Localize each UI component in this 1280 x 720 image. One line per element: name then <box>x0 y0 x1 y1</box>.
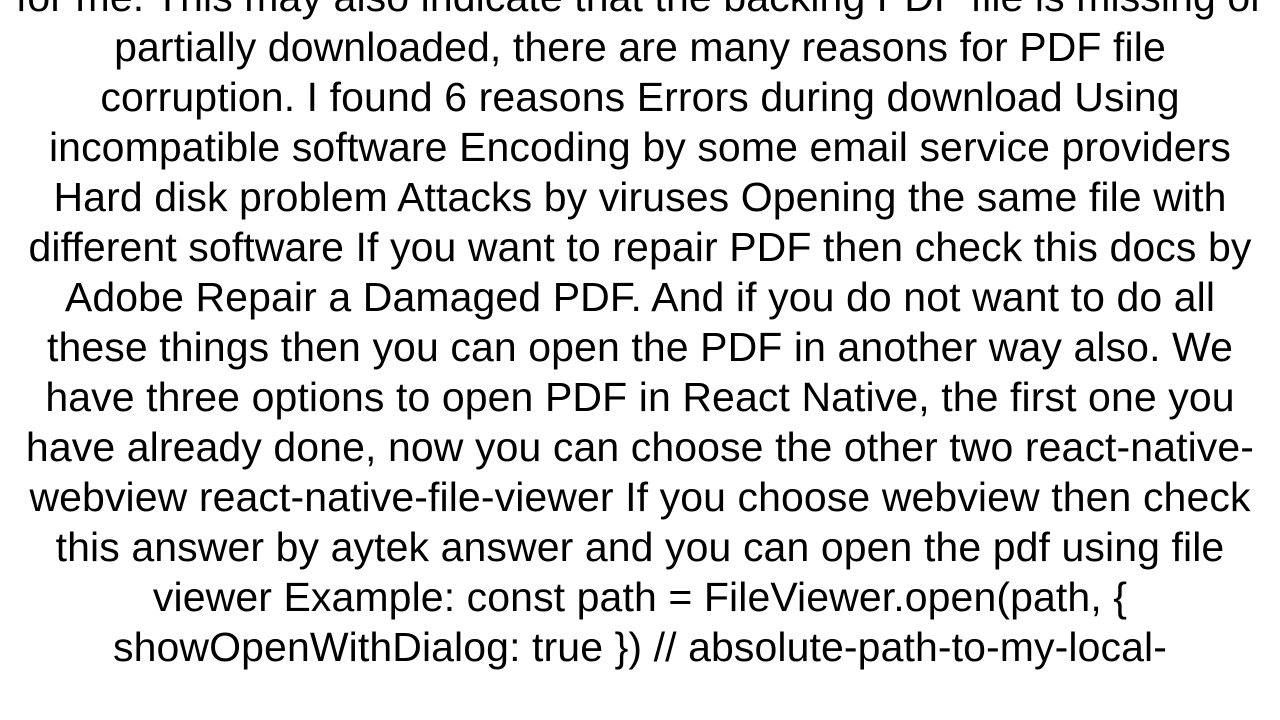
document-body-text: for me. This may also indicate that the … <box>0 0 1280 672</box>
